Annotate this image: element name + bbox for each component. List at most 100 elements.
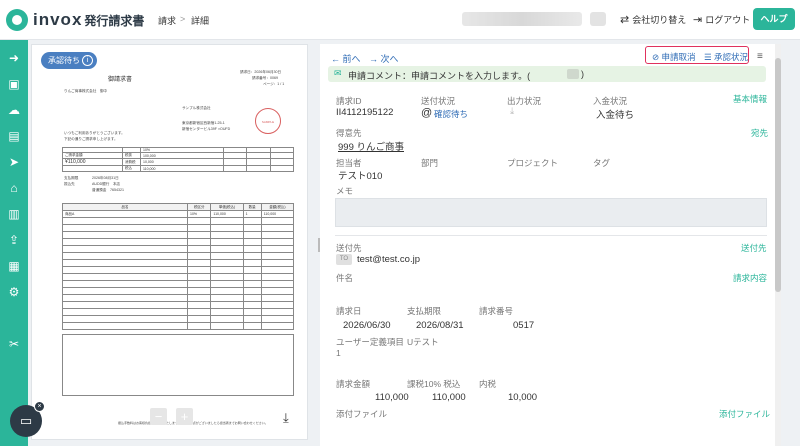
send-status-label: 送付状況 xyxy=(421,96,456,106)
invoice-id-label: 請求ID xyxy=(336,96,362,106)
total-label-cell: 税込 xyxy=(122,165,141,172)
document-issuer-address2: 新宿センタービル39F ×OUFD xyxy=(182,127,231,131)
resize-handle[interactable] xyxy=(318,238,320,252)
download-icon[interactable]: ⤓ xyxy=(283,410,289,426)
due-date-value: 2026/08/31 xyxy=(416,320,464,331)
sendto-link[interactable]: 送付先 xyxy=(741,242,767,254)
send-status-icon: @ xyxy=(421,107,433,119)
table-row xyxy=(62,231,295,239)
basic-info-link[interactable]: 基本情報 xyxy=(733,93,767,105)
side-nav: ➜ ▣ ☁ ▤ ➤ ⌂ ▥ ⇪ ▦ ⚙ ✂ xyxy=(0,40,28,446)
breadcrumb-separator: > xyxy=(180,14,186,24)
cloud-upload-icon[interactable]: ☁ xyxy=(6,102,22,118)
cart-icon[interactable]: ▣ xyxy=(6,76,22,92)
attachment-link[interactable]: 添付ファイル xyxy=(719,408,770,420)
switch-company-link[interactable]: ⇄ 会社切り替え xyxy=(620,13,686,26)
chart-icon[interactable]: ▦ xyxy=(6,258,22,274)
arrow-right-icon[interactable]: ➜ xyxy=(6,50,22,66)
status-label: 承認待ち xyxy=(48,56,80,65)
amount-total-cell: ¥110,000 xyxy=(62,158,123,166)
table-row xyxy=(62,259,295,267)
cancel-request-button[interactable]: ⊘ 申請取消 xyxy=(652,51,696,63)
next-link[interactable]: → 次へ xyxy=(369,52,399,65)
custom-field-number: 1 xyxy=(336,348,341,358)
document-number: 請求番号：0069 xyxy=(252,76,278,80)
gear-icon[interactable]: ⚙ xyxy=(6,284,22,300)
memo-textarea[interactable] xyxy=(335,198,767,227)
breadcrumb-invoices[interactable]: 請求 xyxy=(158,14,176,27)
table-row xyxy=(62,280,295,288)
cancel-icon: ⊘ xyxy=(652,52,660,62)
table-row xyxy=(62,301,295,309)
top-bar: invox 発行請求書 請求 > 詳細 ⇄ 会社切り替え ⇥ ログアウト ヘルプ xyxy=(0,0,800,40)
table-row xyxy=(62,238,295,246)
col-tax: 税区分 xyxy=(186,203,212,211)
zoom-out-button[interactable]: − xyxy=(150,408,167,425)
approval-status-button[interactable]: ☰ 承認状況 xyxy=(704,51,748,63)
document-issuer: サンプル株式会社 xyxy=(182,106,211,110)
switch-company-label: 会社切り替え xyxy=(632,15,687,25)
list-icon: ☰ xyxy=(704,52,712,62)
attachment-label: 添付ファイル xyxy=(336,409,388,419)
chat-close-icon[interactable]: × xyxy=(34,401,45,412)
item-qty: 1 xyxy=(242,210,262,218)
document-title: 御請求書 xyxy=(108,77,133,83)
logo-text: invox xyxy=(33,10,83,29)
table-row xyxy=(62,315,295,323)
status-badge: 承認待ち i xyxy=(41,52,97,69)
comment-close-paren: ) xyxy=(581,69,584,79)
tools-icon[interactable]: ✂ xyxy=(6,336,22,352)
help-button[interactable]: ヘルプ xyxy=(753,8,795,30)
table-row: 商品A 10% 110,000 1 110,000 xyxy=(62,210,295,218)
document-issuer-address1: 東京都新宿区西新宿1-25-1 xyxy=(182,121,225,125)
logo-subtitle: 発行請求書 xyxy=(84,13,145,28)
logout-icon: ⇥ xyxy=(693,14,703,26)
document-greeting2: 下記の通りご請求申し上げます。 xyxy=(64,137,118,141)
switch-icon: ⇄ xyxy=(620,14,630,26)
file-export-icon[interactable]: ⇪ xyxy=(6,232,22,248)
client-label: 得意先 xyxy=(336,128,362,138)
document-recipient: りんご商事株式会社 御中 xyxy=(64,89,108,93)
item-amount: 110,000 xyxy=(260,210,295,218)
prev-link[interactable]: ← 前へ xyxy=(331,52,361,65)
document-account-value: 普通預金 7654321 xyxy=(92,188,124,192)
scrollbar-thumb[interactable] xyxy=(775,58,781,292)
due-date-label: 支払期限 xyxy=(407,306,442,316)
invoice-date-label: 請求日 xyxy=(336,306,362,316)
table-row xyxy=(62,266,295,274)
logo-mark-icon xyxy=(6,9,28,31)
tax-cell: 10,000 xyxy=(140,158,224,166)
invoice-content-link[interactable]: 請求内容 xyxy=(733,272,767,284)
invoice-number-label: 請求番号 xyxy=(479,306,514,316)
document-memo-box xyxy=(62,334,294,396)
document-due-value: 2026年08月31日 xyxy=(92,176,119,180)
col-unit: 単価(税込) xyxy=(210,203,244,211)
zoom-in-button[interactable]: + xyxy=(176,408,193,425)
summary-table: 10% ご請求金額 税抜 100,000 ¥110,000 消費税 10,000 税込 1… xyxy=(62,147,295,172)
info-icon[interactable]: i xyxy=(82,55,93,66)
logout-link[interactable]: ⇥ ログアウト xyxy=(693,13,750,26)
to-badge: TO xyxy=(336,254,352,265)
menu-icon[interactable]: ≡ xyxy=(757,51,763,62)
sendto-label: 送付先 xyxy=(336,243,362,253)
table-row xyxy=(62,322,295,330)
payment-status-value: 入金待ち xyxy=(596,110,635,121)
building-icon[interactable]: ▥ xyxy=(6,206,22,222)
document-icon[interactable]: ▤ xyxy=(6,128,22,144)
client-link[interactable]: 999 りんご商事 xyxy=(338,139,404,153)
app-logo[interactable]: invox 発行請求書 xyxy=(6,9,144,31)
recipient-link[interactable]: 宛先 xyxy=(751,127,768,139)
bank-icon[interactable]: ⌂ xyxy=(6,180,22,196)
memo-label: メモ xyxy=(336,186,354,196)
comment-icon: ✉ xyxy=(334,68,342,78)
document-bank-value: AUDD銀行 本店 xyxy=(92,182,121,186)
project-label: プロジェクト xyxy=(507,158,559,168)
send-status-link[interactable]: 確認待ち xyxy=(434,108,468,120)
document-date: 請求日：2026年06月30日 xyxy=(240,70,282,74)
send-icon[interactable]: ➤ xyxy=(6,154,22,170)
cancel-request-label: 申請取消 xyxy=(661,52,696,62)
blurred-comment-author xyxy=(567,69,579,79)
col-amount: 金額(税込) xyxy=(260,203,295,211)
tax-amount-value: 110,000 xyxy=(432,392,466,403)
sample-stamp: SAMPLE xyxy=(255,108,281,134)
